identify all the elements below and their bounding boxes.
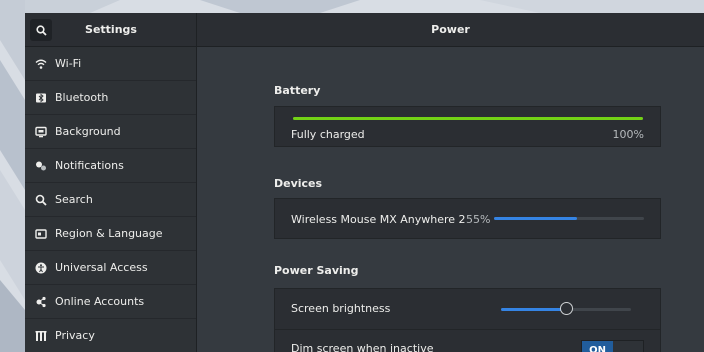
sidebar-header: Settings [25,13,197,47]
background-icon [35,126,47,138]
power-saving-section-title: Power Saving [274,264,359,277]
sidebar-item-background[interactable]: Background [25,115,196,149]
toggle-knob [613,341,643,352]
panel-header: Power [197,13,704,47]
device-level-bar [494,217,644,220]
sidebar-item-privacy[interactable]: Privacy [25,319,196,352]
search-icon [35,24,47,36]
privacy-icon [35,330,47,342]
row-divider [275,329,660,330]
panel-title: Power [431,23,470,36]
search-button[interactable] [30,19,52,41]
region-icon [35,228,47,240]
bluetooth-icon [35,92,47,104]
sidebar-item-label: Wi-Fi [55,57,82,70]
power-panel: Battery Fully charged 100% Devices Wirel… [197,47,704,352]
sidebar-item-notifications[interactable]: Notifications [25,149,196,183]
battery-level-bar [293,117,643,120]
sidebar-item-online-accounts[interactable]: Online Accounts [25,285,196,319]
devices-card: Wireless Mouse MX Anywhere 2 55% [274,198,661,239]
sidebar-item-label: Background [55,125,121,138]
sidebar-item-label: Notifications [55,159,124,172]
sidebar-item-label: Search [55,193,93,206]
battery-status: Fully charged [291,128,365,141]
sidebar-item-label: Region & Language [55,227,163,240]
devices-section-title: Devices [274,177,323,190]
sidebar-item-search[interactable]: Search [25,183,196,217]
sidebar-item-region-language[interactable]: Region & Language [25,217,196,251]
power-saving-card: Screen brightness Dim screen when inacti… [274,288,661,352]
search-icon [35,194,47,206]
sidebar: Wi-Fi Bluetooth Background Notifications… [25,47,197,352]
online-accounts-icon [35,296,47,308]
brightness-label: Screen brightness [291,302,391,315]
dim-screen-label: Dim screen when inactive [291,342,434,352]
battery-percent: 100% [612,128,644,141]
brightness-slider-fill [501,308,566,311]
sidebar-item-label: Privacy [55,329,95,342]
battery-level-fill [293,117,643,120]
device-percent: 55% [466,213,491,226]
sidebar-item-label: Bluetooth [55,91,109,104]
sidebar-item-label: Universal Access [55,261,148,274]
battery-section-title: Battery [274,84,321,97]
device-name: Wireless Mouse MX Anywhere 2 [291,213,466,226]
brightness-slider-handle[interactable] [559,302,573,315]
dim-screen-toggle[interactable]: ON [581,340,644,352]
sidebar-item-label: Online Accounts [55,295,145,308]
notifications-icon [35,160,47,172]
universal-access-icon [35,262,47,274]
wifi-icon [35,58,47,70]
sidebar-title: Settings [85,23,137,36]
sidebar-item-bluetooth[interactable]: Bluetooth [25,81,196,115]
settings-window: Settings Power Wi-Fi Bluetooth Backgroun… [25,13,704,352]
sidebar-item-wifi[interactable]: Wi-Fi [25,47,196,81]
toggle-on-label: ON [582,341,613,352]
device-level-fill [494,217,577,220]
battery-card: Fully charged 100% [274,106,661,147]
sidebar-item-universal-access[interactable]: Universal Access [25,251,196,285]
brightness-slider[interactable] [501,302,631,315]
